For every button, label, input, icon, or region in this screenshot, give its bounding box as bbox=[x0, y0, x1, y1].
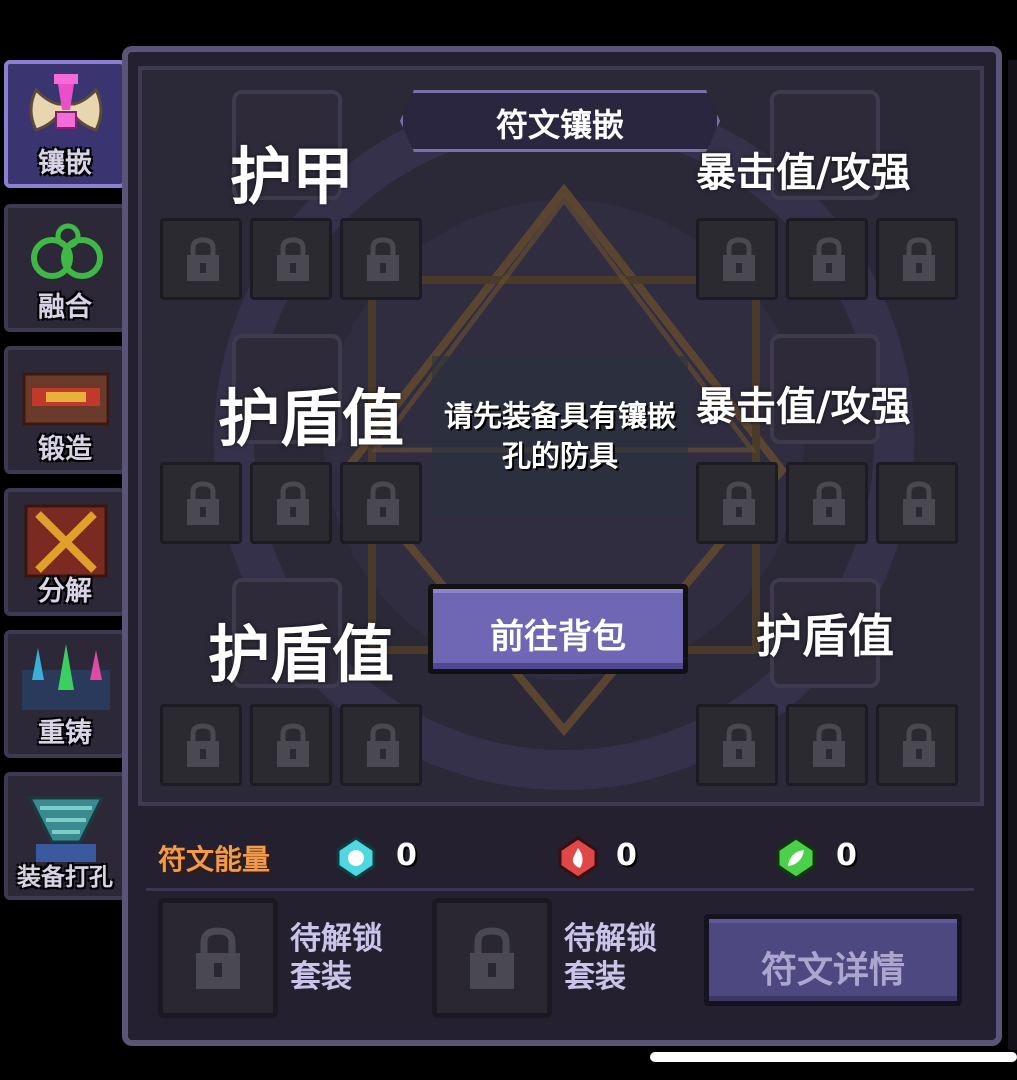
tab-decompose[interactable]: 分解 bbox=[4, 488, 126, 616]
rune-energy-title: 符文能量 bbox=[158, 843, 271, 876]
red-energy-value: 0 bbox=[616, 838, 637, 873]
locked-rune-slot[interactable] bbox=[160, 218, 242, 300]
rune-details-label: 符文详情 bbox=[760, 950, 905, 991]
set-1-type: 套装 bbox=[290, 959, 352, 995]
tab-socket-drill[interactable]: 装备打孔 bbox=[4, 772, 126, 900]
lock-icon bbox=[903, 481, 935, 525]
locked-rune-slot[interactable] bbox=[250, 704, 332, 786]
locked-rune-slot[interactable] bbox=[786, 218, 868, 300]
set-slot-1[interactable] bbox=[158, 898, 278, 1018]
tab-socket-drill-label: 装备打孔 bbox=[17, 863, 113, 891]
red-gem-icon bbox=[558, 836, 598, 880]
tab-fusion[interactable]: 融合 bbox=[4, 204, 126, 332]
tab-forge[interactable]: 锻造 bbox=[4, 346, 126, 474]
label-shield-bottom-left: 护盾值 bbox=[208, 618, 395, 691]
label-crit-attack-top: 暴击值/攻强 bbox=[696, 150, 911, 196]
lock-icon bbox=[187, 723, 219, 767]
set-2-text: 待解锁 套装 bbox=[564, 920, 657, 996]
rune-details-button[interactable]: 符文详情 bbox=[704, 914, 962, 1006]
lock-icon bbox=[903, 237, 935, 281]
lock-icon bbox=[196, 927, 240, 989]
green-energy-value: 0 bbox=[836, 838, 857, 873]
tab-recast[interactable]: 重铸 bbox=[4, 630, 126, 758]
label-shield-bottom-right: 护盾值 bbox=[756, 609, 894, 663]
label-shield-mid: 护盾值 bbox=[218, 382, 405, 455]
lock-icon bbox=[277, 237, 309, 281]
locked-rune-slot[interactable] bbox=[876, 704, 958, 786]
home-indicator[interactable] bbox=[650, 1052, 1017, 1062]
equip-hint-text: 请先装备具有镶嵌孔的防具 bbox=[443, 399, 676, 473]
panel-edge bbox=[1008, 60, 1017, 1050]
set-1-status: 待解锁 bbox=[290, 921, 383, 957]
lock-icon bbox=[277, 481, 309, 525]
go-to-backpack-label: 前往背包 bbox=[490, 617, 626, 657]
label-armor: 护甲 bbox=[230, 140, 355, 213]
lock-icon bbox=[813, 481, 845, 525]
locked-rune-slot[interactable] bbox=[876, 218, 958, 300]
tab-inlay[interactable]: 镶嵌 bbox=[4, 60, 126, 188]
lock-icon bbox=[903, 723, 935, 767]
lock-icon bbox=[277, 723, 309, 767]
tab-fusion-label: 融合 bbox=[38, 292, 92, 323]
lock-icon bbox=[470, 927, 514, 989]
tab-recast-label: 重铸 bbox=[38, 718, 92, 749]
cyan-gem-icon bbox=[336, 836, 376, 880]
set-1-text: 待解锁 套装 bbox=[290, 920, 383, 996]
set-slot-2[interactable] bbox=[432, 898, 552, 1018]
label-crit-attack-mid: 暴击值/攻强 bbox=[696, 384, 911, 430]
locked-rune-slot[interactable] bbox=[250, 218, 332, 300]
locked-rune-slot[interactable] bbox=[696, 462, 778, 544]
green-gem-icon bbox=[776, 836, 816, 880]
locked-rune-slot[interactable] bbox=[696, 218, 778, 300]
lock-icon bbox=[187, 237, 219, 281]
lock-icon bbox=[723, 723, 755, 767]
locked-rune-slot[interactable] bbox=[876, 462, 958, 544]
page-title: 符文镶嵌 bbox=[495, 106, 624, 144]
locked-rune-slot[interactable] bbox=[696, 704, 778, 786]
tab-forge-label: 锻造 bbox=[38, 434, 92, 465]
locked-rune-slot[interactable] bbox=[340, 462, 422, 544]
set-2-status: 待解锁 bbox=[564, 921, 657, 957]
lock-icon bbox=[723, 481, 755, 525]
section-divider bbox=[146, 888, 974, 891]
go-to-backpack-button[interactable]: 前往背包 bbox=[428, 584, 688, 674]
locked-rune-slot[interactable] bbox=[160, 704, 242, 786]
locked-rune-slot[interactable] bbox=[250, 462, 332, 544]
locked-rune-slot[interactable] bbox=[340, 218, 422, 300]
socket-drill-icon bbox=[27, 796, 105, 862]
lock-icon bbox=[367, 481, 399, 525]
tab-inlay-label: 镶嵌 bbox=[38, 148, 92, 179]
lock-icon bbox=[813, 723, 845, 767]
lock-icon bbox=[187, 481, 219, 525]
tab-decompose-label: 分解 bbox=[38, 576, 92, 607]
lock-icon bbox=[813, 237, 845, 281]
locked-rune-slot[interactable] bbox=[160, 462, 242, 544]
cyan-energy-value: 0 bbox=[396, 838, 417, 873]
locked-rune-slot[interactable] bbox=[786, 462, 868, 544]
lock-icon bbox=[367, 237, 399, 281]
locked-rune-slot[interactable] bbox=[340, 704, 422, 786]
lock-icon bbox=[723, 237, 755, 281]
set-2-type: 套装 bbox=[564, 959, 626, 995]
lock-icon bbox=[367, 723, 399, 767]
locked-rune-slot[interactable] bbox=[786, 704, 868, 786]
